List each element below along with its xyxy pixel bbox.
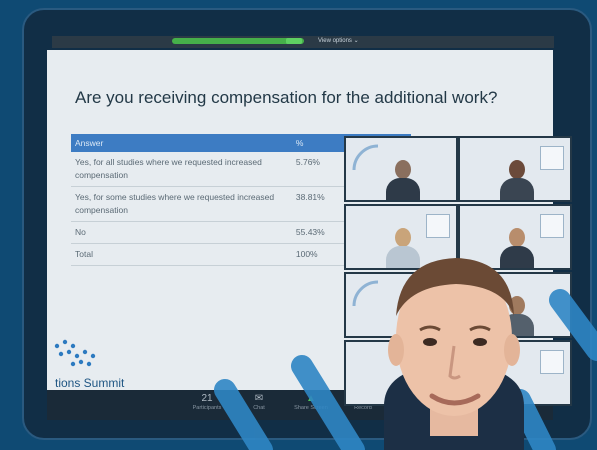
- summit-logo-icon: [54, 339, 96, 367]
- participant-avatar: [386, 156, 420, 200]
- participant-avatar: [500, 156, 534, 200]
- answer-cell: Total: [71, 243, 292, 266]
- slide-title: Are you receiving compensation for the a…: [75, 88, 498, 107]
- chat-icon: ✉: [254, 393, 264, 404]
- summit-label: tions Summit: [55, 376, 125, 390]
- view-options-menu[interactable]: View options ⌄: [318, 37, 359, 44]
- share-screen-button[interactable]: ▲ Share Screen: [281, 393, 341, 411]
- chat-label: Chat: [253, 405, 265, 411]
- event-badge-icon: [426, 214, 450, 238]
- participant-video-tile[interactable]: [344, 136, 458, 202]
- people-icon: 21: [201, 393, 213, 404]
- logo-arc-icon: [352, 144, 379, 171]
- answer-cell: Yes, for all studies where we requested …: [71, 152, 292, 187]
- event-badge-icon: [540, 146, 564, 170]
- screen-share-indicator[interactable]: [172, 38, 304, 44]
- column-header-answer: Answer: [71, 134, 292, 152]
- presenter-video: [384, 258, 524, 450]
- share-status-dot: [286, 38, 302, 44]
- meeting-top-bar: View options ⌄: [52, 36, 554, 48]
- event-badge-icon: [540, 214, 564, 238]
- answer-cell: Yes, for some studies where we requested…: [71, 186, 292, 222]
- participant-video-tile[interactable]: [458, 136, 572, 202]
- answer-cell: No: [71, 221, 292, 244]
- chat-button[interactable]: ✉ Chat: [229, 393, 289, 411]
- participants-label: Participants: [192, 405, 222, 411]
- event-badge-icon: [540, 350, 564, 374]
- participants-button[interactable]: 21 Participants: [177, 393, 237, 411]
- share-screen-label: Share Screen: [294, 405, 328, 411]
- share-screen-icon: ▲: [306, 393, 316, 404]
